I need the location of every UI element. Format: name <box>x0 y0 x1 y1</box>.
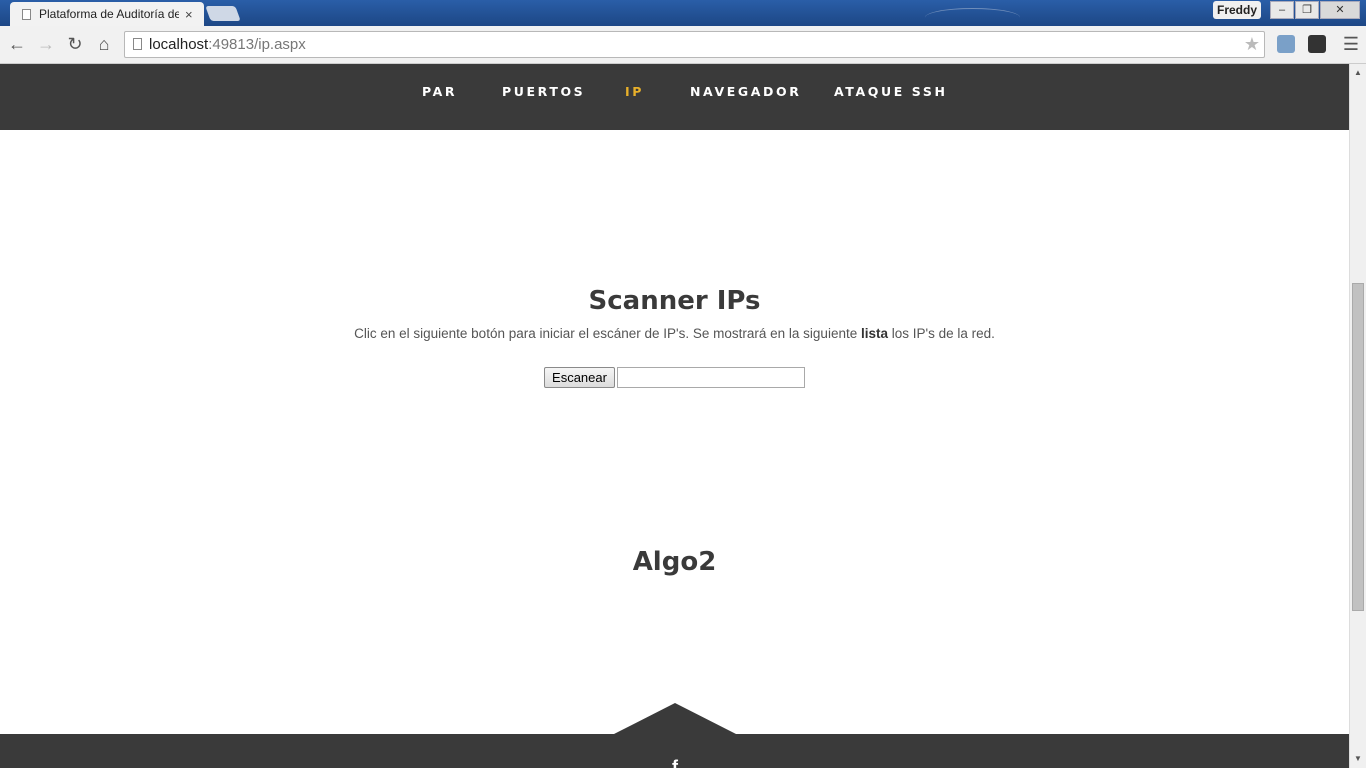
profile-button[interactable]: Freddy <box>1213 1 1261 19</box>
description-bold: lista <box>860 326 888 341</box>
forward-icon[interactable]: → <box>35 34 57 54</box>
nav-item-par[interactable]: PAR <box>422 84 457 99</box>
address-bar[interactable]: localhost:49813/ip.aspx ★ <box>124 31 1265 58</box>
home-icon[interactable]: ⌂ <box>93 34 115 54</box>
new-tab-button[interactable] <box>205 6 241 21</box>
bookmark-star-icon[interactable]: ★ <box>1244 34 1260 55</box>
theme-decoration <box>925 8 1020 27</box>
scroll-up-icon[interactable]: ▲ <box>1350 68 1366 77</box>
scrollbar-thumb[interactable] <box>1352 283 1364 611</box>
footer-arrow <box>614 703 736 734</box>
menu-icon[interactable]: ☰ <box>1340 34 1362 54</box>
minimize-button[interactable]: – <box>1270 1 1294 19</box>
extension-icon[interactable] <box>1277 35 1295 53</box>
reload-icon[interactable]: ↻ <box>64 34 86 54</box>
scanner-title: Scanner IPs <box>588 286 761 316</box>
page-icon <box>22 8 31 20</box>
page-info-icon <box>133 38 142 50</box>
tab-close-icon[interactable]: × <box>185 7 193 22</box>
nav-item-navegador[interactable]: NAVEGADOR <box>690 84 801 99</box>
scroll-down-icon[interactable]: ▼ <box>1350 754 1366 763</box>
ip-result-input[interactable] <box>617 367 805 388</box>
url-text: localhost:49813/ip.aspx <box>149 36 306 53</box>
browser-tabstrip: Plataforma de Auditoría de × Freddy – ❐ … <box>0 0 1366 26</box>
page-viewport: PAR PUERTOS IP NAVEGADOR ATAQUE SSH Scan… <box>0 64 1349 768</box>
browser-tab[interactable]: Plataforma de Auditoría de × <box>10 2 204 26</box>
section2-title: Algo2 <box>632 547 717 577</box>
escanear-button[interactable]: Escanear <box>544 367 615 388</box>
close-window-button[interactable]: ✕ <box>1320 1 1360 19</box>
page-scrollbar[interactable]: ▲ ▼ <box>1349 64 1366 768</box>
nav-item-ataque-ssh[interactable]: ATAQUE SSH <box>834 84 948 99</box>
site-navbar: PAR PUERTOS IP NAVEGADOR ATAQUE SSH <box>0 64 1349 130</box>
footer-logo-icon: f <box>672 757 678 768</box>
browser-toolbar: ← → ↻ ⌂ localhost:49813/ip.aspx ★ ☰ <box>0 26 1366 64</box>
tab-title: Plataforma de Auditoría de <box>39 7 179 21</box>
back-icon[interactable]: ← <box>6 34 28 54</box>
nav-item-ip[interactable]: IP <box>625 84 644 99</box>
extension-icon-2[interactable] <box>1308 35 1326 53</box>
scanner-description: Clic en el siguiente botón para iniciar … <box>354 326 995 341</box>
restore-button[interactable]: ❐ <box>1295 1 1319 19</box>
nav-item-puertos[interactable]: PUERTOS <box>502 84 585 99</box>
